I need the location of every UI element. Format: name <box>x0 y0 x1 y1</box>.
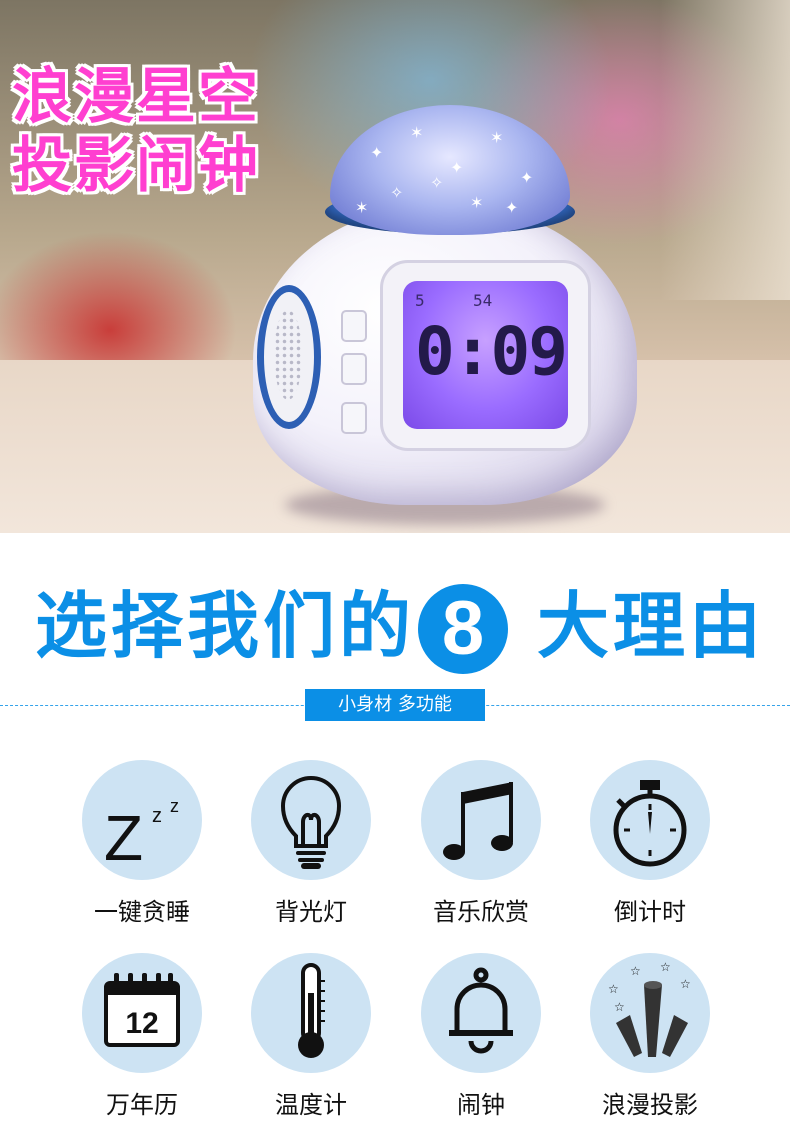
feature-backlight: 背光灯 <box>241 760 381 927</box>
star-projection-icon: ☆ ☆ ☆ ☆ ☆ <box>590 953 710 1073</box>
music-note-icon <box>421 760 541 880</box>
headline: 选择我们的 8 大理由 <box>0 574 790 674</box>
headline-number-badge: 8 <box>418 584 508 674</box>
feature-label: 万年历 <box>106 1091 178 1119</box>
feature-label: 浪漫投影 <box>602 1091 698 1119</box>
svg-text:☆: ☆ <box>614 1000 625 1014</box>
svg-text:z: z <box>170 796 179 816</box>
background-wall <box>660 0 790 300</box>
calendar-day-number: 12 <box>125 1007 158 1040</box>
clock-button-3 <box>341 402 367 434</box>
lcd-screen: 5 54 0:09 <box>403 281 568 429</box>
projection-clock-image: ✦ ✶ ✦ ✶ ✦ ✧ ✶ ✧ ✦ ✶ 5 54 0:09 <box>245 105 645 515</box>
alarm-bell-icon <box>421 953 541 1073</box>
light-bulb-icon <box>251 760 371 880</box>
feature-label: 一键贪睡 <box>94 898 190 926</box>
snooze-big-z: Z <box>104 802 143 874</box>
svg-text:☆: ☆ <box>660 960 671 974</box>
feature-calendar: 12 万年历 <box>72 953 212 1120</box>
feature-label: 背光灯 <box>275 898 347 926</box>
feature-label: 音乐欣赏 <box>433 898 529 926</box>
feature-countdown: 倒计时 <box>580 760 720 927</box>
headline-left: 选择我们的 <box>35 584 416 668</box>
thermometer-icon <box>251 953 371 1073</box>
lcd-time: 0:09 <box>415 313 568 390</box>
feature-thermometer: 温度计 <box>241 953 381 1120</box>
feature-snooze: Z z z 一键贪睡 <box>72 760 212 927</box>
feature-label: 闹钟 <box>457 1091 505 1119</box>
svg-text:☆: ☆ <box>608 982 619 996</box>
svg-text:☆: ☆ <box>630 964 641 978</box>
svg-text:☆: ☆ <box>680 977 691 991</box>
feature-music: 音乐欣赏 <box>411 760 551 927</box>
headline-right: 大理由 <box>537 584 766 668</box>
stopwatch-icon <box>590 760 710 880</box>
feature-alarm: 闹钟 <box>411 953 551 1120</box>
feature-label: 倒计时 <box>614 898 686 926</box>
snooze-icon: Z z z <box>82 760 202 880</box>
svg-text:z: z <box>152 805 162 827</box>
clock-button-2 <box>341 353 367 385</box>
star-dome: ✦ ✶ ✦ ✶ ✦ ✧ ✶ ✧ ✦ ✶ <box>330 105 570 235</box>
lcd-frame: 5 54 0:09 <box>380 260 591 451</box>
calendar-icon: 12 <box>82 953 202 1073</box>
hero-product-photo: ✦ ✶ ✦ ✶ ✦ ✧ ✶ ✧ ✦ ✶ 5 54 0:09 浪漫星空 投影闹钟 <box>0 0 790 533</box>
lcd-small-digits: 54 <box>473 291 493 310</box>
speaker-grille <box>257 285 321 429</box>
feature-label: 温度计 <box>275 1091 347 1119</box>
clock-button-1 <box>341 310 367 342</box>
feature-star-projection: ☆ ☆ ☆ ☆ ☆ 浪漫投影 <box>580 953 720 1120</box>
feature-tag: 小身材 多功能 <box>305 689 485 721</box>
hero-title-line-2: 投影闹钟 <box>12 131 260 201</box>
lcd-seconds-label: 5 <box>415 291 425 310</box>
